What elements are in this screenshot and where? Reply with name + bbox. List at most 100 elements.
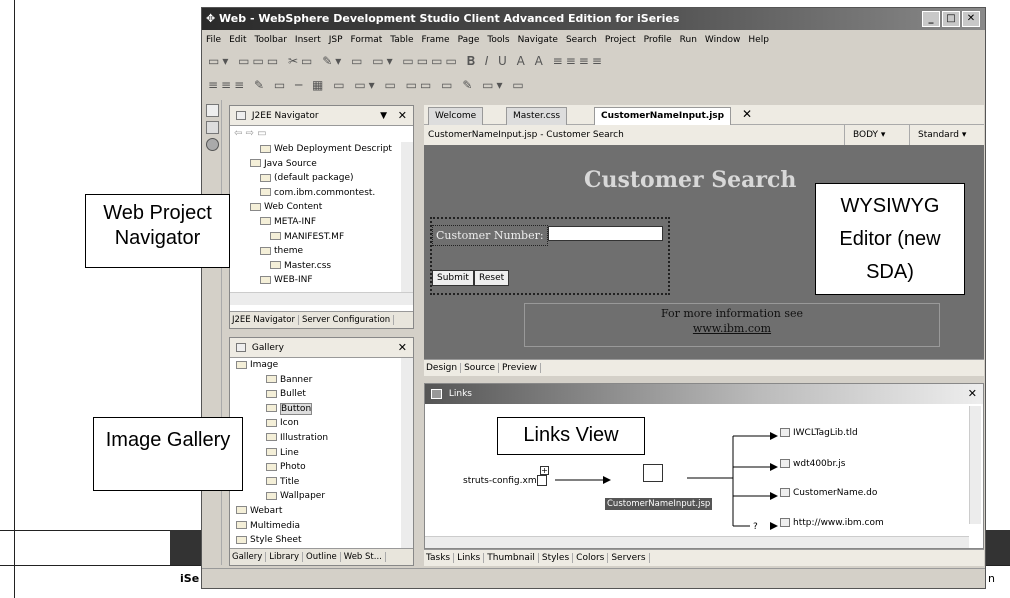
expand-icon[interactable]: + (540, 466, 549, 475)
link-target-1[interactable]: IWCLTagLib.tld (780, 428, 858, 438)
link-target-4[interactable]: http://www.ibm.com (780, 518, 884, 528)
globe-icon[interactable] (206, 138, 219, 151)
panel-tab[interactable]: Web St... (343, 552, 386, 562)
tree-item[interactable]: MANIFEST.MF (230, 230, 401, 245)
navigator-toolbar[interactable]: ⇦ ⇨ ▭ (230, 126, 413, 142)
tree-item[interactable]: META-INF (230, 215, 401, 230)
link-target-3[interactable]: CustomerName.do (780, 488, 877, 498)
close-icon[interactable]: ✕ (398, 106, 407, 126)
toolbar-primary[interactable]: ▭▾ ▭▭▭ ✂▭ ✎▾ ▭ ▭▾ ▭▭▭▭ 𝐁 𝐼 U A A ≡≡≡≡ (202, 50, 985, 72)
menu-item[interactable]: Insert (295, 35, 321, 45)
panel-tab[interactable]: Server Configuration (301, 315, 395, 325)
menu-item[interactable]: Frame (422, 35, 450, 45)
menu-item[interactable]: Toolbar (255, 35, 287, 45)
panel-tab[interactable]: Tasks (426, 553, 455, 563)
app-icon: ✥ (206, 12, 220, 25)
customer-number-field[interactable] (548, 226, 663, 241)
tree-item[interactable]: Web Content (230, 200, 401, 215)
panel-tab[interactable]: Design (426, 363, 462, 373)
menu-item[interactable]: Help (748, 35, 769, 45)
toolbar-secondary[interactable]: ≡≡≡ ✎ ▭ ─ ▦ ▭ ▭▾ ▭ ▭▭ ▭ ✎ ▭▾ ▭ (202, 74, 985, 96)
tab-customer-name-input[interactable]: CustomerNameInput.jsp (594, 107, 732, 125)
gallery-item[interactable]: Line (230, 446, 401, 461)
close-tab-icon[interactable]: ✕ (742, 107, 752, 121)
menu-item[interactable]: Edit (229, 35, 246, 45)
close-icon[interactable]: ✕ (968, 384, 977, 404)
submit-button[interactable]: Submit (432, 270, 474, 286)
menu-item[interactable]: Profile (644, 35, 672, 45)
menu-item[interactable]: Tools (487, 35, 509, 45)
close-button[interactable]: ✕ (962, 11, 980, 27)
body-select[interactable]: BODY ▾ (844, 125, 893, 145)
tree-item[interactable]: theme (230, 244, 401, 259)
panel-tab[interactable]: Preview (502, 363, 542, 373)
folder-icon (250, 202, 261, 211)
standard-select[interactable]: Standard ▾ (909, 125, 974, 145)
maximize-button[interactable]: □ (942, 11, 960, 27)
gallery-item[interactable]: Title (230, 475, 401, 490)
panel-tab[interactable]: J2EE Navigator (232, 315, 299, 325)
gallery-item[interactable]: Image (230, 358, 401, 373)
panel-tab[interactable]: Links (457, 553, 485, 563)
panel-tab[interactable]: Servers (611, 553, 650, 563)
close-icon[interactable]: ✕ (398, 338, 407, 358)
tab-welcome[interactable]: Welcome (428, 107, 484, 125)
gallery-item[interactable]: Style Sheet (230, 533, 401, 548)
folder-icon (270, 261, 281, 270)
slide-footer-left: iSe (180, 572, 200, 585)
panel-tab[interactable]: Library (269, 552, 304, 562)
tree-item[interactable]: Java Source (230, 157, 401, 172)
web-perspective-icon[interactable] (206, 121, 219, 134)
title-bar: ✥ Web - WebSphere Development Studio Cli… (202, 8, 985, 30)
gallery-item[interactable]: Multimedia (230, 519, 401, 534)
link-target-2[interactable]: wdt400br.js (780, 459, 845, 469)
panel-tab[interactable]: Gallery (232, 552, 267, 562)
panel-tab[interactable]: Styles (541, 553, 574, 563)
gallery-tree: Image Banner Bullet Button Icon Illustration L… (230, 358, 413, 548)
links-vscroll[interactable] (969, 406, 981, 524)
menu-item[interactable]: Table (390, 35, 413, 45)
menu-item[interactable]: Format (351, 35, 383, 45)
navigator-hscroll[interactable] (230, 292, 413, 305)
menu-item[interactable]: Navigate (518, 35, 558, 45)
view-menu-icon[interactable]: ▼ (380, 106, 387, 126)
tree-item-label: Web Deployment Descript (274, 144, 392, 154)
gallery-item[interactable]: Webart (230, 504, 401, 519)
menu-item[interactable]: JSP (329, 35, 343, 45)
gallery-item[interactable]: Banner (230, 373, 401, 388)
menu-item[interactable]: Project (605, 35, 636, 45)
menu-item[interactable]: Search (566, 35, 597, 45)
tree-item[interactable]: com.ibm.commontest. (230, 186, 401, 201)
folder-icon (266, 462, 277, 471)
gallery-item-label: Bullet (280, 389, 306, 400)
links-hscroll[interactable] (425, 536, 969, 548)
panel-tab[interactable]: Colors (576, 553, 609, 563)
gallery-item[interactable]: Icon (230, 416, 401, 431)
panel-tab[interactable]: Outline (306, 552, 341, 562)
gallery-item[interactable]: Button (230, 402, 401, 417)
center-file[interactable]: CustomerNameInput.jsp (605, 498, 713, 510)
gallery-item[interactable]: Photo (230, 460, 401, 475)
menu-item[interactable]: Window (705, 35, 741, 45)
info-link[interactable]: www.ibm.com (525, 322, 939, 335)
tree-item[interactable]: (default package) (230, 171, 401, 186)
panel-tab[interactable]: Source (464, 363, 499, 373)
gallery-item[interactable]: Wallpaper (230, 489, 401, 504)
minimize-button[interactable]: _ (922, 11, 940, 27)
panel-tab[interactable]: Thumbnail (487, 553, 539, 563)
gallery-item[interactable]: Bullet (230, 387, 401, 402)
tree-item[interactable]: Master.css (230, 259, 401, 274)
folder-icon (266, 418, 277, 427)
menu-item[interactable]: Run (680, 35, 697, 45)
source-file[interactable]: struts-config.xml (463, 476, 539, 486)
reset-button[interactable]: Reset (474, 270, 510, 286)
tree-item[interactable]: WEB-INF (230, 273, 401, 288)
gallery-item[interactable]: Illustration (230, 431, 401, 446)
tab-master-css[interactable]: Master.css (506, 107, 568, 125)
folder-icon (266, 448, 277, 457)
menu-item[interactable]: File (206, 35, 221, 45)
folder-icon (260, 217, 271, 226)
tree-item[interactable]: Web Deployment Descript (230, 142, 401, 157)
perspective-icon[interactable] (206, 104, 219, 117)
menu-item[interactable]: Page (458, 35, 480, 45)
